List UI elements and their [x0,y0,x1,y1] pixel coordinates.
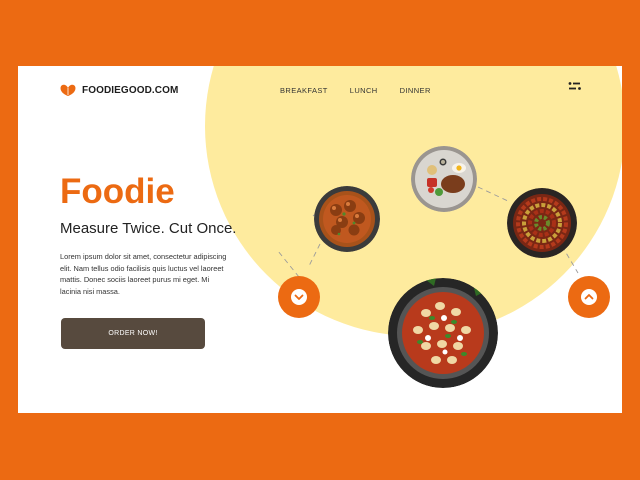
breakfast-plate-dish[interactable] [411,146,477,212]
menu-icon[interactable] [568,81,582,91]
brand-name: FOODIEGOOD.COM [82,84,179,96]
hero-description: Lorem ipsum dolor sit amet, consectetur … [60,252,227,296]
brand-logo[interactable]: FOODIEGOOD.COM [60,84,178,96]
order-now-button[interactable]: ORDER NOW! [61,318,205,349]
main-nav: BREAKFAST LUNCH DINNER [280,86,453,95]
leaf-heart-icon [60,84,76,96]
previous-dish-button[interactable] [278,276,320,318]
nav-item-lunch[interactable]: LUNCH [350,86,378,95]
nav-item-dinner[interactable]: DINNER [400,86,431,95]
chevron-up-icon [581,289,597,305]
nav-item-breakfast[interactable]: BREAKFAST [280,86,328,95]
next-dish-button[interactable] [568,276,610,318]
ratatouille-dish[interactable] [507,188,577,258]
tagline: Measure Twice. Cut Once. [60,220,237,237]
chevron-down-icon [291,289,307,305]
tomato-gnocchi-dish[interactable] [388,278,498,388]
meatball-curry-dish[interactable] [314,186,380,252]
hero-card: FOODIEGOOD.COM BREAKFAST LUNCH DINNER Fo… [18,66,622,413]
page-title: Foodie [60,172,175,211]
